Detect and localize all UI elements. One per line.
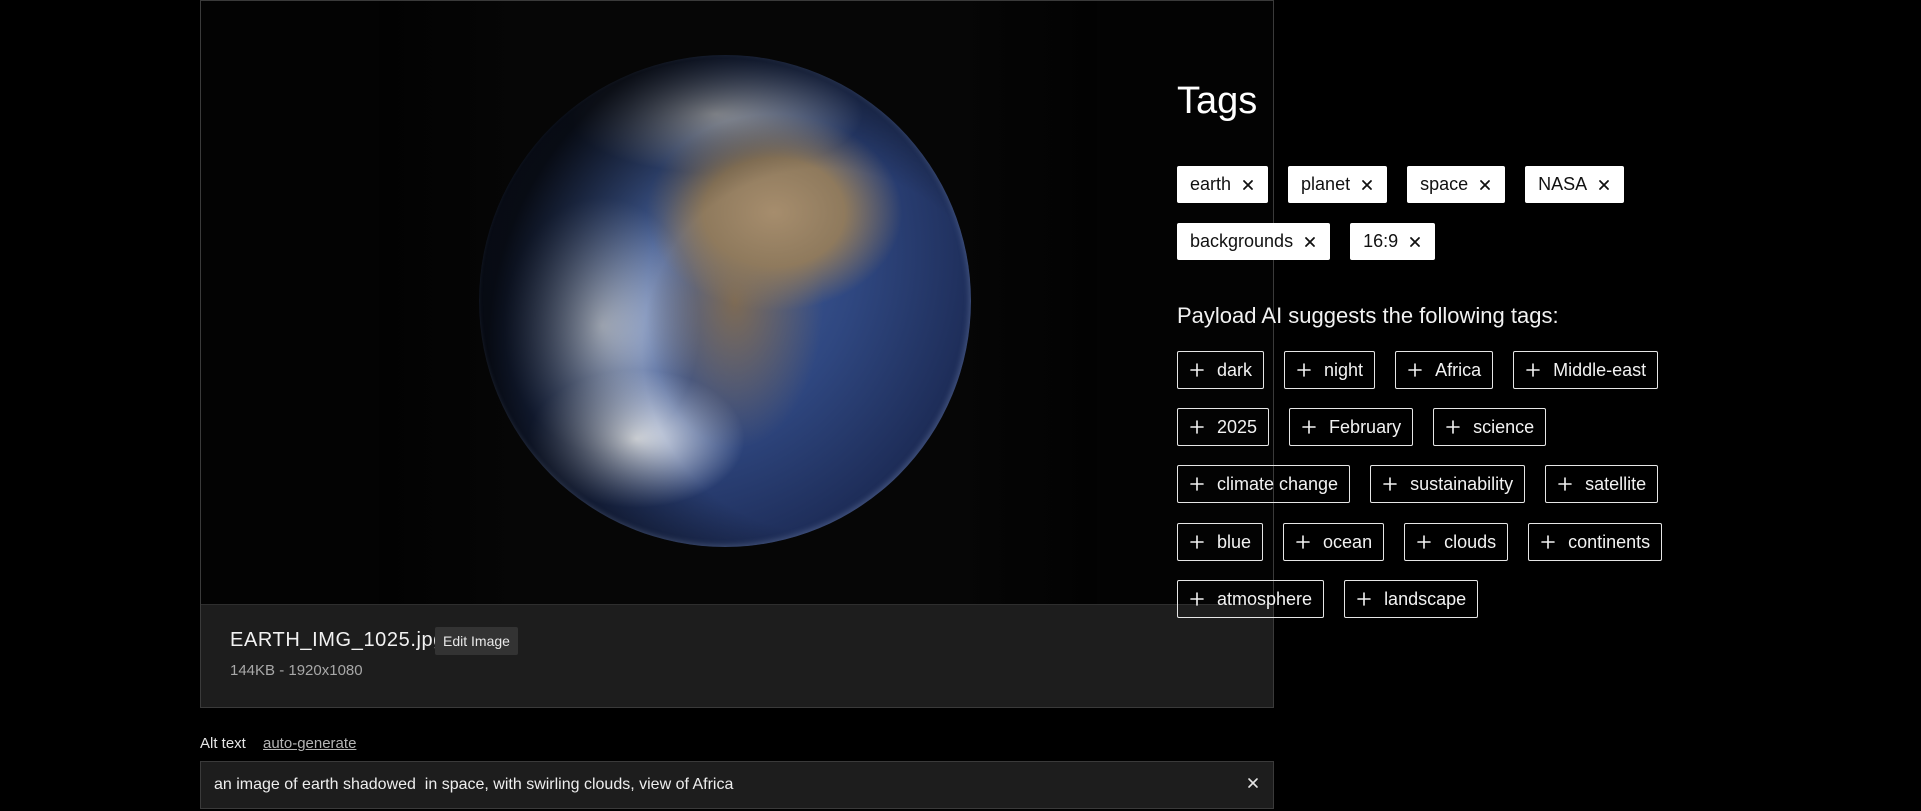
plus-icon [1357, 592, 1371, 606]
suggested-tag-button[interactable]: satellite [1545, 465, 1659, 503]
close-icon[interactable] [1478, 178, 1492, 192]
suggested-tag-label: clouds [1444, 531, 1497, 552]
alt-text-label: Alt text [200, 735, 246, 752]
plus-icon [1190, 477, 1204, 491]
auto-generate-link[interactable]: auto-generate [263, 735, 356, 752]
suggested-tag-label: February [1329, 416, 1402, 437]
suggested-tag-button[interactable]: clouds [1404, 523, 1509, 561]
suggested-tag-label: Africa [1435, 359, 1482, 380]
suggested-tag-button[interactable]: landscape [1344, 580, 1479, 618]
suggested-tag-button[interactable]: 2025 [1177, 408, 1270, 446]
suggested-tag-button[interactable]: continents [1528, 523, 1663, 561]
plus-icon [1558, 477, 1572, 491]
suggestion-row: climate change sustainability satellite [1177, 465, 1659, 503]
tag-chip: earth [1177, 166, 1269, 203]
tag-row: earth planet space NASA [1177, 166, 1625, 203]
image-card: EARTH_IMG_1025.jpg Edit Image 144KB - 19… [200, 0, 1274, 708]
suggested-tag-label: 2025 [1217, 416, 1258, 437]
tag-chip: 16:9 [1350, 223, 1436, 260]
plus-icon [1541, 535, 1555, 549]
image-preview [201, 1, 1273, 605]
earth-image [479, 55, 971, 547]
tag-label: NASA [1538, 174, 1588, 194]
alt-text-input[interactable] [214, 762, 1214, 808]
tag-chip: backgrounds [1177, 223, 1331, 260]
suggested-tag-label: Middle-east [1553, 359, 1647, 380]
suggested-tag-label: landscape [1384, 588, 1467, 609]
close-icon[interactable] [1597, 178, 1611, 192]
suggested-tag-label: satellite [1585, 473, 1647, 494]
tag-chip: NASA [1525, 166, 1625, 203]
suggested-tag-button[interactable]: Africa [1395, 351, 1494, 389]
suggested-tag-button[interactable]: Middle-east [1513, 351, 1659, 389]
plus-icon [1190, 535, 1204, 549]
suggested-tag-label: climate change [1217, 473, 1339, 494]
suggested-tag-button[interactable]: science [1433, 408, 1547, 446]
alt-text-field [200, 761, 1274, 809]
tag-label: earth [1190, 174, 1232, 194]
tag-chip: planet [1288, 166, 1388, 203]
suggestion-row: dark night Africa Middle-east [1177, 351, 1659, 389]
plus-icon [1302, 420, 1316, 434]
suggested-tag-button[interactable]: blue [1177, 523, 1264, 561]
tag-label: 16:9 [1363, 231, 1399, 251]
suggested-tag-button[interactable]: ocean [1283, 523, 1385, 561]
suggested-tag-button[interactable]: sustainability [1370, 465, 1526, 503]
edit-image-button[interactable]: Edit Image [435, 627, 518, 655]
plus-icon [1417, 535, 1431, 549]
suggested-tag-button[interactable]: climate change [1177, 465, 1351, 503]
suggested-tag-label: atmosphere [1217, 588, 1313, 609]
file-meta: 144KB - 1920x1080 [230, 662, 363, 679]
close-icon[interactable] [1303, 235, 1317, 249]
suggested-tag-label: night [1324, 359, 1364, 380]
plus-icon [1190, 363, 1204, 377]
tags-heading: Tags [1177, 80, 1258, 122]
plus-icon [1408, 363, 1422, 377]
close-icon[interactable] [1360, 178, 1374, 192]
plus-icon [1383, 477, 1397, 491]
suggested-tag-label: continents [1568, 531, 1651, 552]
suggestion-row: blue ocean clouds continents [1177, 523, 1663, 561]
suggested-tag-label: ocean [1323, 531, 1373, 552]
plus-icon [1297, 363, 1311, 377]
clear-icon[interactable] [1245, 775, 1261, 791]
suggested-tag-button[interactable]: dark [1177, 351, 1265, 389]
suggestion-row: 2025 February science [1177, 408, 1547, 446]
suggested-tag-label: dark [1217, 359, 1253, 380]
suggested-tag-button[interactable]: night [1284, 351, 1376, 389]
suggested-tag-button[interactable]: atmosphere [1177, 580, 1325, 618]
plus-icon [1526, 363, 1540, 377]
suggested-tag-label: blue [1217, 531, 1252, 552]
close-icon[interactable] [1408, 235, 1422, 249]
plus-icon [1190, 592, 1204, 606]
tag-label: planet [1301, 174, 1351, 194]
plus-icon [1190, 420, 1204, 434]
suggested-tag-label: sustainability [1410, 473, 1514, 494]
suggested-tag-label: science [1473, 416, 1535, 437]
tag-row: backgrounds 16:9 [1177, 223, 1436, 260]
file-name: EARTH_IMG_1025.jpg [230, 629, 445, 651]
tag-label: space [1420, 174, 1469, 194]
tag-chip: space [1407, 166, 1506, 203]
close-icon[interactable] [1241, 178, 1255, 192]
plus-icon [1296, 535, 1310, 549]
plus-icon [1446, 420, 1460, 434]
suggestions-heading: Payload AI suggests the following tags: [1177, 303, 1559, 328]
tag-label: backgrounds [1190, 231, 1294, 251]
suggested-tag-button[interactable]: February [1289, 408, 1414, 446]
suggestion-row: atmosphere landscape [1177, 580, 1479, 618]
